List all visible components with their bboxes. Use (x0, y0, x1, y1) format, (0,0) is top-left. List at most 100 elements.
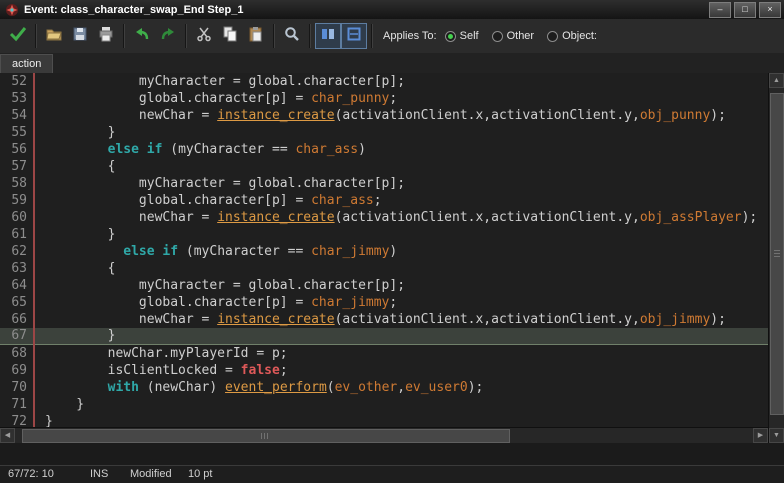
code-line[interactable]: 52 myCharacter = global.character[p]; (0, 73, 768, 90)
code-text: } (45, 227, 116, 242)
code-line[interactable]: 68 newChar.myPlayerId = p; (0, 345, 768, 362)
code-line[interactable]: 66 newChar = instance_create(activationC… (0, 311, 768, 328)
horizontal-scroll-thumb[interactable] (22, 429, 510, 443)
code-text: global.character[p] = char_jimmy; (45, 295, 398, 310)
code-text: } (45, 397, 85, 412)
radio-object[interactable]: Object: (547, 30, 597, 42)
paste-button[interactable] (243, 23, 269, 49)
code-text: { (45, 159, 116, 174)
line-number: 58 (11, 176, 27, 191)
undo-button[interactable] (129, 23, 155, 49)
status-font-size: 10 pt (188, 468, 213, 480)
save-icon (72, 26, 88, 47)
toggle-line-numbers-button[interactable] (315, 23, 341, 49)
code-text: } (45, 328, 116, 343)
scroll-right-arrow[interactable]: ▶ (753, 428, 768, 443)
printer-icon (98, 26, 114, 47)
code-line[interactable]: 63 { (0, 260, 768, 277)
toolbar-separator (309, 24, 311, 48)
ok-button[interactable] (5, 23, 31, 49)
code-text: with (newChar) event_perform(ev_other,ev… (107, 380, 484, 395)
toolbar-separator (185, 24, 187, 48)
paste-icon (248, 26, 264, 47)
highlight-grid-icon (346, 26, 362, 47)
search-button[interactable] (279, 23, 305, 49)
scroll-up-arrow[interactable]: ▲ (769, 73, 784, 88)
radio-self[interactable]: Self (444, 30, 479, 42)
line-number: 63 (11, 261, 27, 276)
code-line[interactable]: 62 else if (myCharacter == char_jimmy) (0, 243, 768, 260)
code-line[interactable]: 56 else if (myCharacter == char_ass) (0, 141, 768, 158)
title-bar: Event: class_character_swap_End Step_1 –… (0, 0, 784, 20)
code-text: else if (myCharacter == char_jimmy) (123, 244, 398, 259)
line-number: 64 (11, 278, 27, 293)
code-text: myCharacter = global.character[p]; (45, 176, 406, 191)
line-number: 61 (11, 227, 27, 242)
code-line[interactable]: 64 myCharacter = global.character[p]; (0, 277, 768, 294)
applies-to-label: Applies To: (383, 30, 437, 42)
scroll-down-arrow[interactable]: ▼ (769, 428, 784, 443)
save-button[interactable] (67, 23, 93, 49)
status-insert-mode: INS (90, 468, 109, 480)
radio-object-circle (547, 30, 559, 42)
open-button[interactable] (41, 23, 67, 49)
status-modified: Modified (130, 468, 172, 480)
code-text: newChar = instance_create(activationClie… (45, 312, 726, 327)
line-number: 69 (11, 363, 27, 378)
code-line[interactable]: 57 { (0, 158, 768, 175)
code-line[interactable]: 72} (0, 413, 768, 427)
code-line[interactable]: 70 with (newChar) event_perform(ev_other… (0, 379, 768, 396)
line-number: 56 (11, 142, 27, 157)
undo-icon (134, 26, 150, 47)
code-line[interactable]: 60 newChar = instance_create(activationC… (0, 209, 768, 226)
maximize-button[interactable]: □ (734, 1, 756, 18)
scroll-left-arrow[interactable]: ◀ (0, 428, 15, 443)
radio-self-label: Self (459, 30, 479, 42)
line-number: 62 (11, 244, 27, 259)
code-text: } (45, 125, 116, 140)
code-line[interactable]: 71 } (0, 396, 768, 413)
line-number: 55 (11, 125, 27, 140)
redo-button[interactable] (155, 23, 181, 49)
print-button[interactable] (93, 23, 119, 49)
status-cursor-position: 67/72: 10 (8, 468, 54, 480)
line-number: 71 (11, 397, 27, 412)
horizontal-scrollbar[interactable]: ◀ ▶ (0, 427, 768, 443)
copy-icon (222, 26, 238, 47)
line-number: 52 (11, 74, 27, 89)
code-line[interactable]: 53 global.character[p] = char_punny; (0, 90, 768, 107)
code-line[interactable]: 58 myCharacter = global.character[p]; (0, 175, 768, 192)
radio-other[interactable]: Other (491, 30, 534, 42)
code-text: global.character[p] = char_punny; (45, 91, 398, 106)
minimize-button[interactable]: – (709, 1, 731, 18)
code-line[interactable]: 61 } (0, 226, 768, 243)
toolbar-separator (371, 24, 373, 48)
code-text: newChar.myPlayerId = p; (45, 346, 288, 361)
code-text: global.character[p] = char_ass; (45, 193, 382, 208)
code-line[interactable]: 59 global.character[p] = char_ass; (0, 192, 768, 209)
cut-button[interactable] (191, 23, 217, 49)
code-line[interactable]: 55 } (0, 124, 768, 141)
line-number: 57 (11, 159, 27, 174)
status-bar: 67/72: 10 INS Modified 10 pt (0, 465, 784, 483)
code-line[interactable]: 67 } (0, 328, 768, 345)
copy-button[interactable] (217, 23, 243, 49)
tab-action[interactable]: action (0, 54, 54, 73)
code-line[interactable]: 65 global.character[p] = char_jimmy; (0, 294, 768, 311)
code-line[interactable]: 54 newChar = instance_create(activationC… (0, 107, 768, 124)
redo-icon (160, 26, 176, 47)
toggle-highlight-button[interactable] (341, 23, 367, 49)
event-icon (5, 3, 19, 17)
code-editor[interactable]: 52 myCharacter = global.character[p]; 53 … (0, 73, 768, 427)
close-button[interactable]: × (759, 1, 781, 18)
line-number: 53 (11, 91, 27, 106)
toolbar-separator (273, 24, 275, 48)
code-line[interactable]: 69 isClientLocked = false; (0, 362, 768, 379)
vertical-scroll-thumb[interactable] (770, 93, 784, 415)
code-text: isClientLocked = false; (45, 363, 288, 378)
line-number: 70 (11, 380, 27, 395)
radio-object-label: Object: (562, 30, 597, 42)
toolbar-separator (35, 24, 37, 48)
line-numbers-icon (320, 26, 336, 47)
vertical-scrollbar[interactable]: ▲ ▼ (768, 73, 784, 443)
